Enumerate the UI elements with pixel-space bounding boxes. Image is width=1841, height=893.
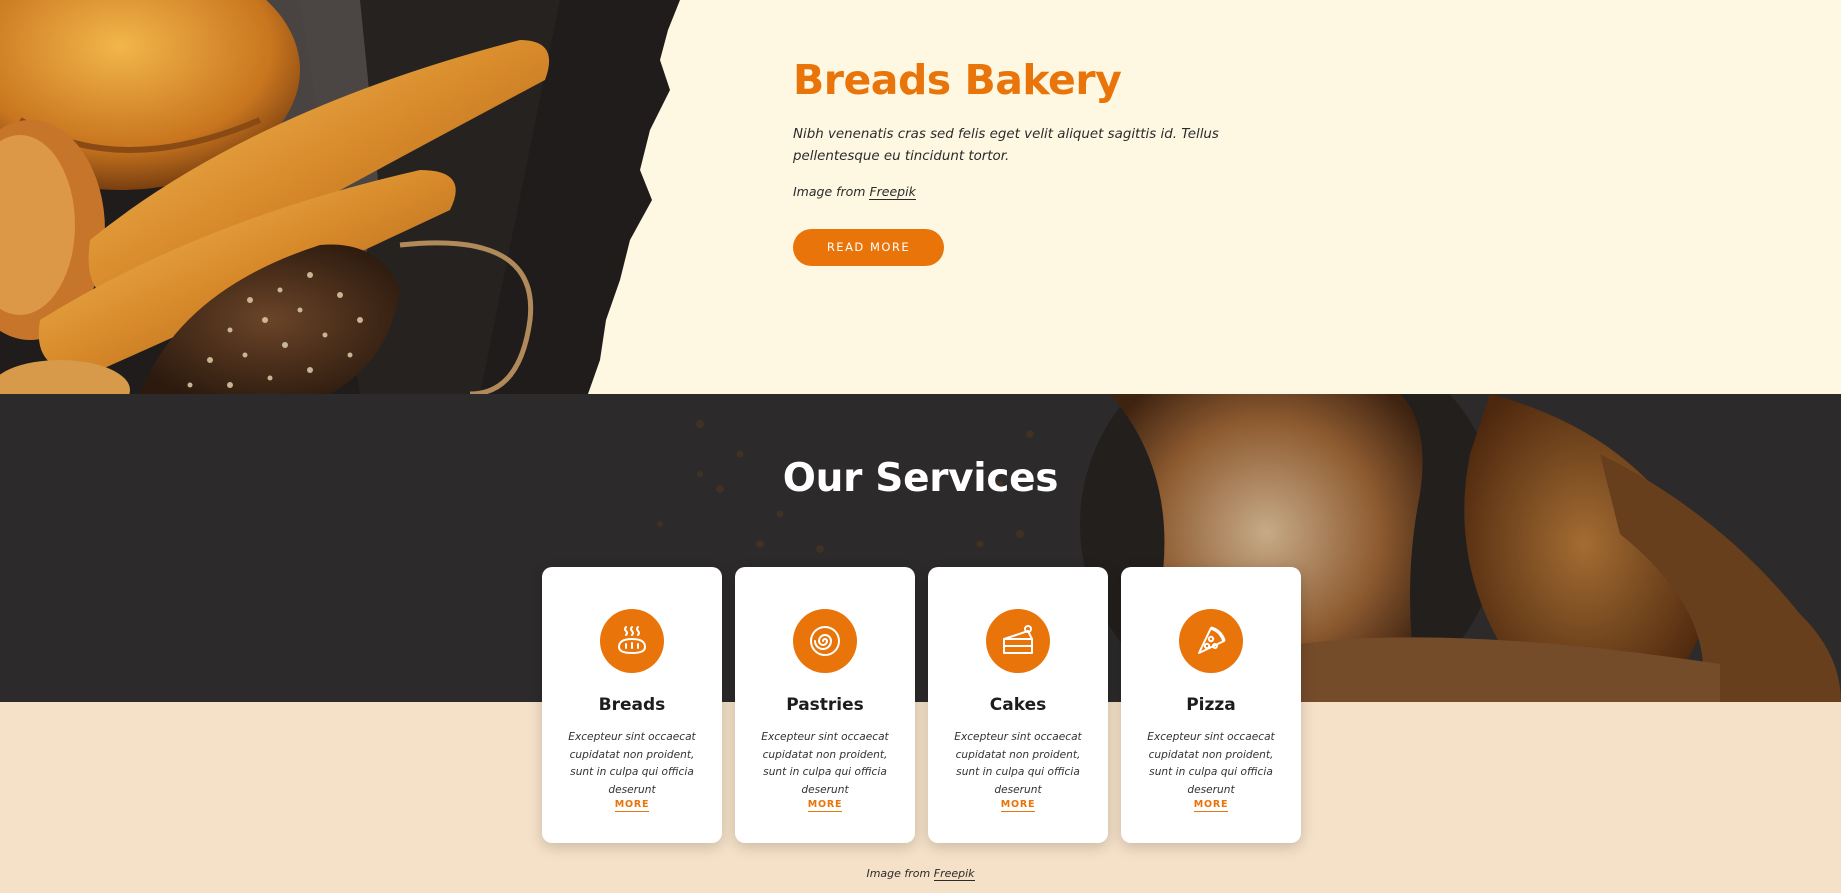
- hero-content: Breads Bakery Nibh venenatis cras sed fe…: [793, 56, 1273, 266]
- service-title: Pastries: [786, 695, 864, 715]
- credit-prefix: Image from: [793, 184, 870, 199]
- service-description: Excepteur sint occaecat cupidatat non pr…: [1147, 731, 1275, 796]
- bread-hero-image: [0, 0, 700, 394]
- hero-section: Breads Bakery Nibh venenatis cras sed fe…: [0, 0, 1841, 394]
- service-title: Pizza: [1186, 695, 1236, 715]
- services-image-credit: Image from Freepik: [0, 867, 1841, 881]
- more-link[interactable]: MORE: [614, 799, 650, 812]
- page-title: Breads Bakery: [793, 56, 1122, 104]
- hero-description: Nibh venenatis cras sed felis eget velit…: [793, 127, 1219, 164]
- service-card-breads: Breads Excepteur sint occaecat cupidatat…: [542, 567, 722, 843]
- cake-icon: [986, 609, 1050, 673]
- service-card-pizza: Pizza Excepteur sint occaecat cupidatat …: [1121, 567, 1301, 843]
- more-link[interactable]: MORE: [1193, 799, 1229, 812]
- pastry-icon: [793, 609, 857, 673]
- bread-icon: [600, 609, 664, 673]
- service-description: Excepteur sint occaecat cupidatat non pr…: [761, 731, 889, 796]
- pizza-icon: [1179, 609, 1243, 673]
- services-title: Our Services: [782, 456, 1059, 501]
- service-card-pastries: Pastries Excepteur sint occaecat cupidat…: [735, 567, 915, 843]
- freepik-link[interactable]: Freepik: [869, 184, 916, 200]
- service-title: Cakes: [989, 695, 1047, 715]
- services-cards: Breads Excepteur sint occaecat cupidatat…: [542, 567, 1302, 843]
- service-description: Excepteur sint occaecat cupidatat non pr…: [954, 731, 1082, 796]
- read-more-button[interactable]: READ MORE: [793, 229, 944, 266]
- hero-image-credit: Image from Freepik: [793, 184, 1273, 200]
- more-link[interactable]: MORE: [807, 799, 843, 812]
- credit-prefix: Image from: [866, 867, 934, 880]
- service-description: Excepteur sint occaecat cupidatat non pr…: [568, 731, 696, 796]
- service-card-cakes: Cakes Excepteur sint occaecat cupidatat …: [928, 567, 1108, 843]
- service-title: Breads: [598, 695, 666, 715]
- more-link[interactable]: MORE: [1000, 799, 1036, 812]
- freepik-link[interactable]: Freepik: [933, 867, 975, 881]
